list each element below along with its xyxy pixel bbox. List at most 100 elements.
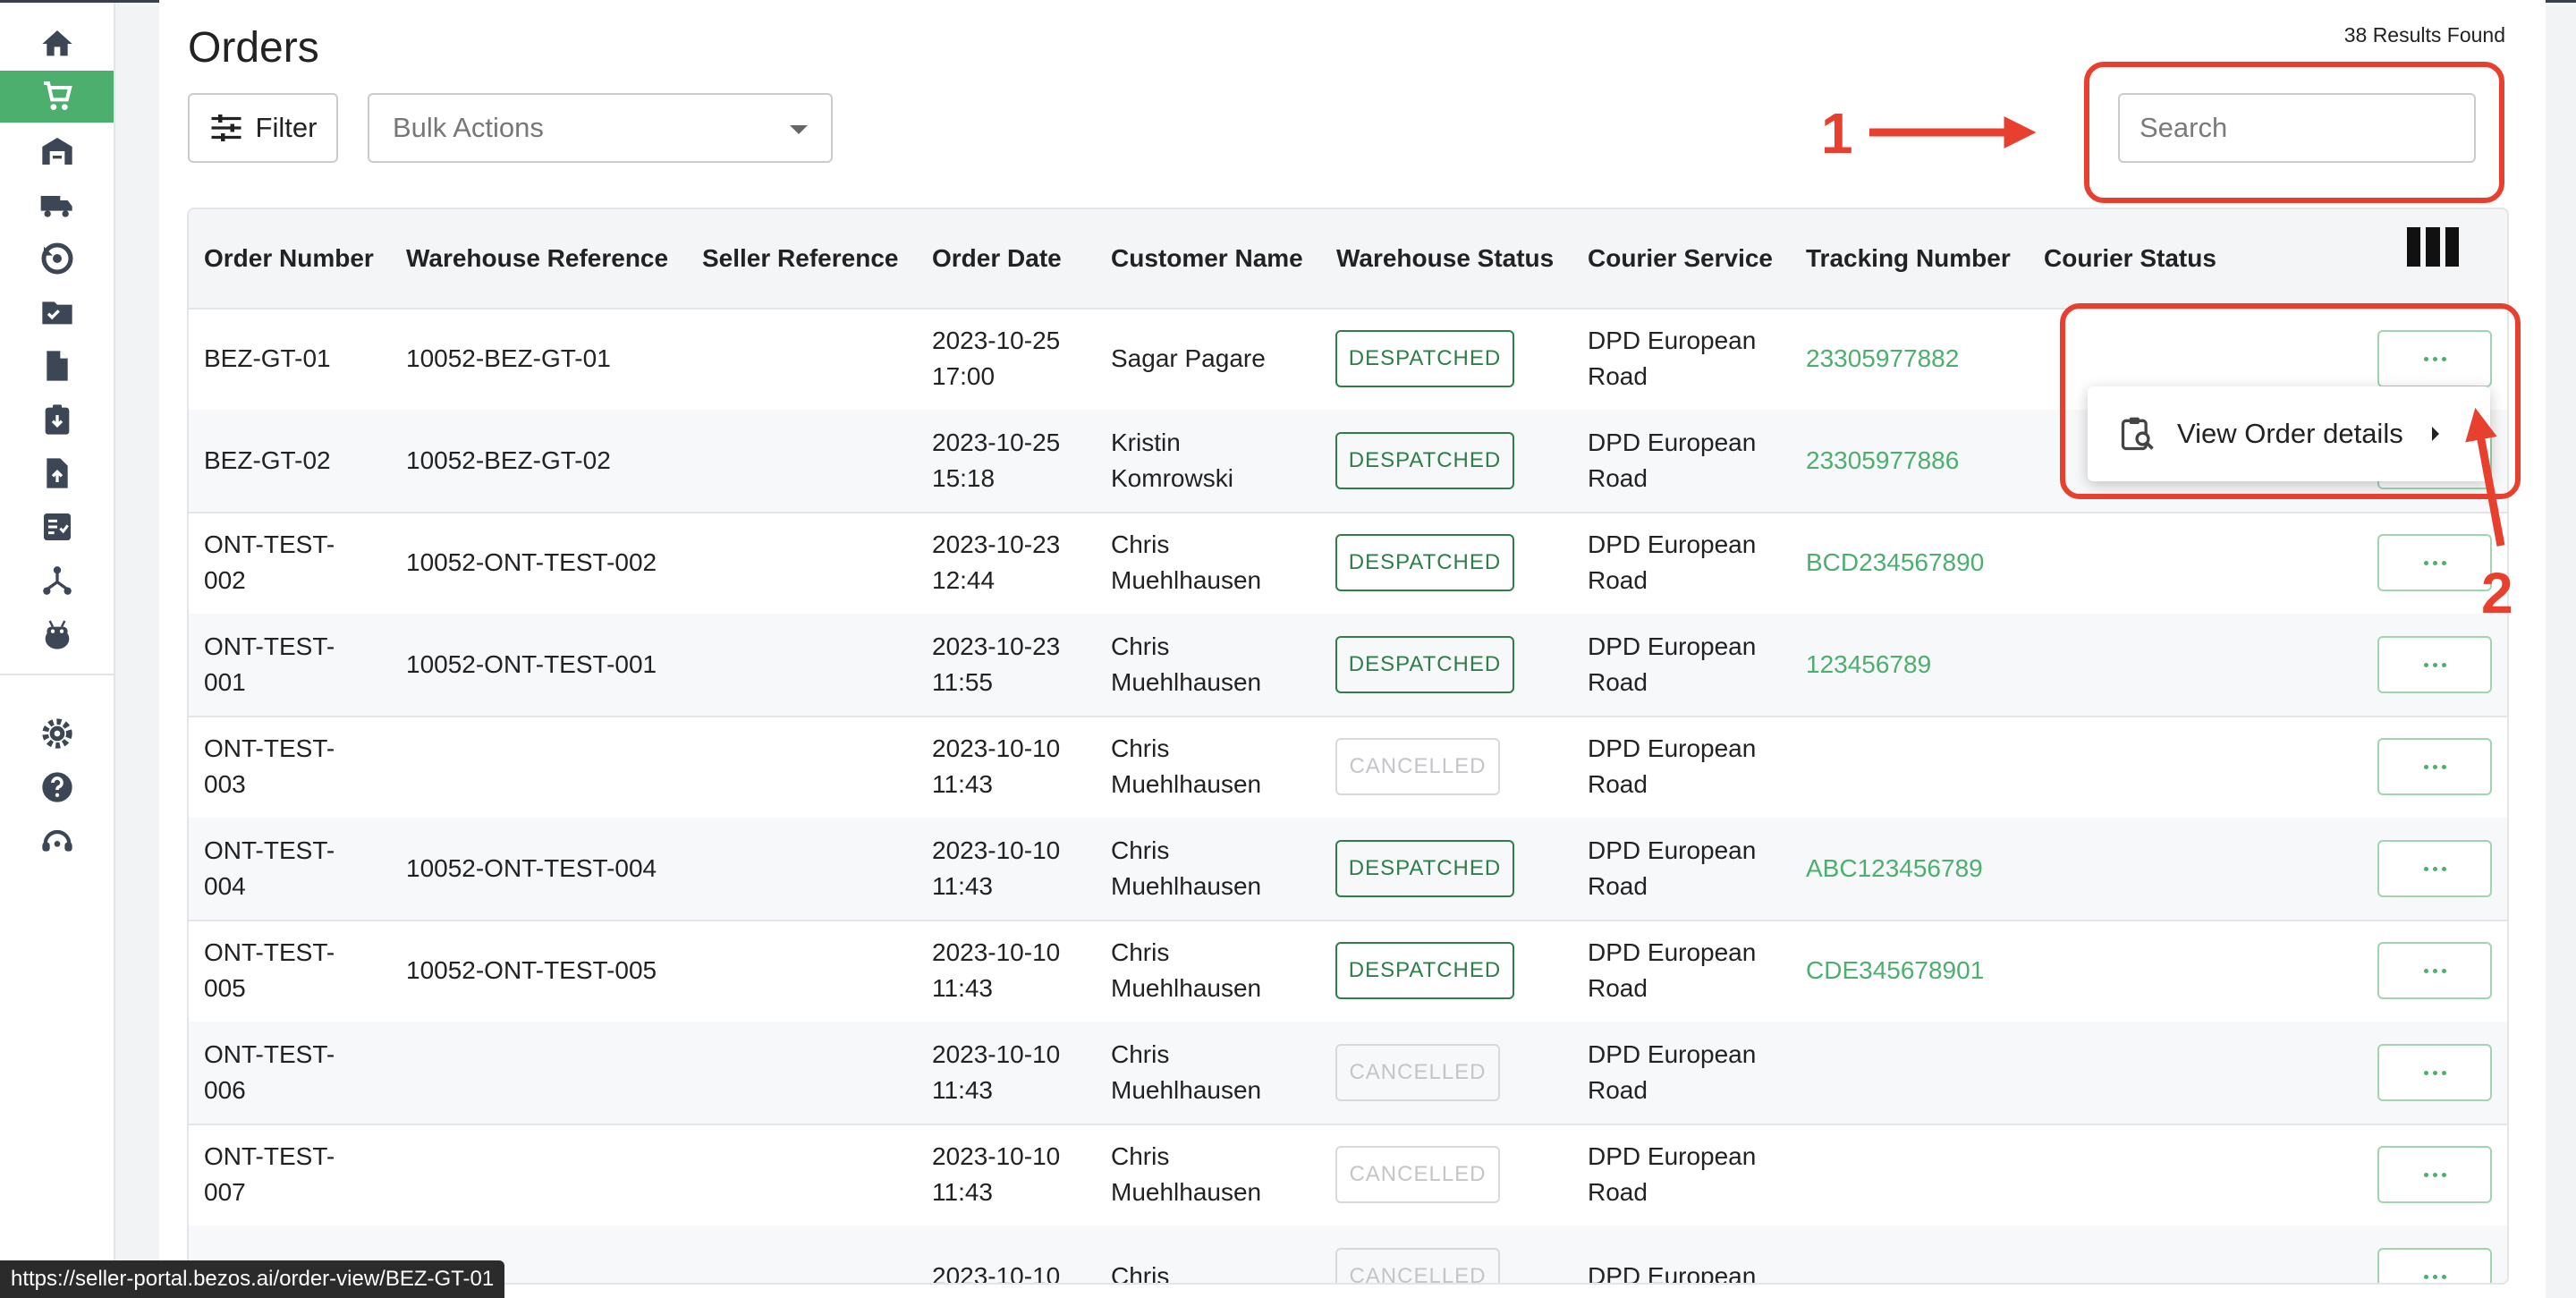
courier-service: DPD European Road [1588, 527, 1756, 598]
bulk-actions-label: Bulk Actions [393, 112, 544, 143]
tracking-number[interactable]: ABC123456789 [1806, 851, 1983, 887]
customer-name-line1: Chris [1111, 530, 1170, 558]
filter-button[interactable]: Filter [188, 93, 338, 163]
column-header[interactable]: Order Number [204, 209, 374, 308]
dot [2423, 1172, 2428, 1177]
sidebar-item-documents[interactable] [0, 340, 114, 392]
file-upload-icon [46, 458, 68, 488]
order-date-line2: 12:44 [932, 566, 996, 594]
sidebar-item-warehouse[interactable] [0, 125, 114, 177]
column-header[interactable]: Customer Name [1111, 209, 1303, 308]
sidebar-item-support[interactable] [0, 815, 114, 867]
courier-service-line2: Road [1588, 362, 1648, 390]
columns-icon[interactable] [2407, 227, 2459, 267]
order-date-line2: 15:18 [932, 464, 996, 492]
courier-service-line1: DPD European [1588, 1262, 1757, 1285]
table-row[interactable]: ONT-TEST- 002 10052-ONT-TEST-002 2023-10-23… [189, 512, 2507, 615]
sidebar-item-inbound[interactable] [0, 394, 114, 445]
sidebar-item-integrations[interactable] [0, 555, 114, 607]
warehouse-icon [41, 138, 72, 165]
results-count: 38 Results Found [2343, 23, 2505, 47]
row-actions-button[interactable] [2377, 738, 2492, 795]
order-date-line2: 11:55 [932, 668, 993, 696]
courier-service-line1: DPD European [1588, 428, 1757, 456]
sidebar-item-automation[interactable] [0, 608, 114, 660]
tracking-number[interactable]: 23305977886 [1806, 443, 1959, 479]
customer-name: Chris [1111, 1259, 1170, 1285]
table-row[interactable]: ONT-TEST- 007 2023-10-10 11:43 Chris Muehlhau… [189, 1124, 2507, 1227]
sidebar-item-returns[interactable] [0, 233, 114, 284]
column-header[interactable]: Tracking Number [1806, 209, 2011, 308]
row-actions-button[interactable] [2377, 942, 2492, 999]
customer-name: Chris Muehlhausen [1111, 1037, 1261, 1108]
customer-name: Kristin Komrowski [1111, 425, 1233, 496]
dot [2441, 560, 2446, 565]
order-number: ONT-TEST- 004 [204, 833, 335, 904]
table-row[interactable]: ONT-TEST- 005 10052-ONT-TEST-005 2023-10-10… [189, 920, 2507, 1023]
sidebar-item-help[interactable] [0, 761, 114, 813]
row-actions-button[interactable] [2377, 1044, 2492, 1101]
status-badge: CANCELLED [1335, 1044, 1500, 1101]
customer-name-line1: Chris [1111, 938, 1170, 966]
order-number: ONT-TEST- 006 [204, 1037, 335, 1108]
table-row[interactable]: ONT-TEST-2023-10-10ChrisCANCELLEDDPD Eur… [189, 1226, 2507, 1285]
order-number-line1: ONT-TEST- [204, 1142, 335, 1170]
sidebar-item-uploads[interactable] [0, 447, 114, 499]
tracking-number[interactable]: CDE345678901 [1806, 953, 1984, 988]
column-header[interactable]: Courier Service [1588, 209, 1773, 308]
customer-name-line1: Chris [1111, 1262, 1170, 1285]
table-row[interactable]: ONT-TEST- 003 2023-10-10 11:43 Chris Muehlhau… [189, 716, 2507, 819]
tracking-number[interactable]: BCD234567890 [1806, 545, 1984, 581]
sidebar-item-settings[interactable] [0, 708, 114, 759]
dot [2441, 968, 2446, 973]
column-header[interactable]: Order Date [932, 209, 1062, 308]
warehouse-reference: 10052-ONT-TEST-004 [406, 854, 657, 882]
sidebar-item-folder[interactable] [0, 286, 114, 338]
row-actions-button[interactable] [2377, 636, 2492, 693]
courier-service-line1: DPD European [1588, 1040, 1757, 1068]
status-badge: DESPATCHED [1335, 330, 1514, 387]
page-title: Orders [188, 24, 319, 72]
dot [2432, 560, 2437, 565]
order-number-line1: ONT-TEST- [204, 1040, 335, 1068]
tracking-number[interactable]: 123456789 [1806, 647, 1931, 683]
folder-check-icon [41, 301, 72, 325]
courier-service: DPD European Road [1588, 323, 1756, 394]
table-row[interactable]: ONT-TEST- 001 10052-ONT-TEST-001 2023-10-23… [189, 614, 2507, 717]
sidebar-item-tasks[interactable] [0, 501, 114, 553]
courier-service-line2: Road [1588, 872, 1648, 900]
sidebar-item-orders[interactable] [0, 71, 114, 123]
order-number-line1: ONT-TEST- [204, 734, 335, 762]
order-date-line2: 11:43 [932, 974, 993, 1002]
order-date: 2023-10-10 11:43 [932, 1139, 1060, 1210]
order-number-line1: ONT-TEST- [204, 530, 335, 558]
document-icon [46, 351, 68, 381]
sidebar-item-home[interactable] [0, 18, 114, 70]
bulk-actions-select[interactable]: Bulk Actions [368, 93, 833, 163]
dot [2423, 1274, 2428, 1279]
table-row[interactable]: ONT-TEST- 006 2023-10-10 11:43 Chris Muehlhau… [189, 1022, 2507, 1125]
order-date-line1: 2023-10-10 [932, 836, 1061, 864]
customer-name-line2: Muehlhausen [1111, 872, 1262, 900]
customer-name-line1: Chris [1111, 734, 1170, 762]
sidebar [0, 3, 115, 1298]
tracking-number[interactable]: 23305977882 [1806, 341, 1959, 377]
courier-service-line1: DPD European [1588, 530, 1757, 558]
row-actions-button[interactable] [2377, 534, 2492, 591]
dot [2432, 1274, 2437, 1279]
customer-name-line2: Komrowski [1111, 464, 1233, 492]
sidebar-item-shipments[interactable] [0, 179, 114, 231]
order-number-line2: 001 [204, 668, 246, 696]
column-header[interactable]: Seller Reference [702, 209, 898, 308]
table-row[interactable]: ONT-TEST- 004 10052-ONT-TEST-004 2023-10-10… [189, 818, 2507, 921]
customer-name-line1: Chris [1111, 1040, 1170, 1068]
column-header[interactable]: Warehouse Status [1336, 209, 1554, 308]
order-date-line2: 11:43 [932, 770, 993, 798]
caret-down-icon [790, 125, 808, 134]
column-header[interactable]: Warehouse Reference [406, 209, 668, 308]
row-actions-button[interactable] [2377, 1248, 2492, 1283]
row-actions-button[interactable] [2377, 1146, 2492, 1203]
column-header[interactable]: Courier Status [2044, 209, 2216, 308]
status-badge: DESPATCHED [1335, 942, 1514, 999]
row-actions-button[interactable] [2377, 840, 2492, 897]
